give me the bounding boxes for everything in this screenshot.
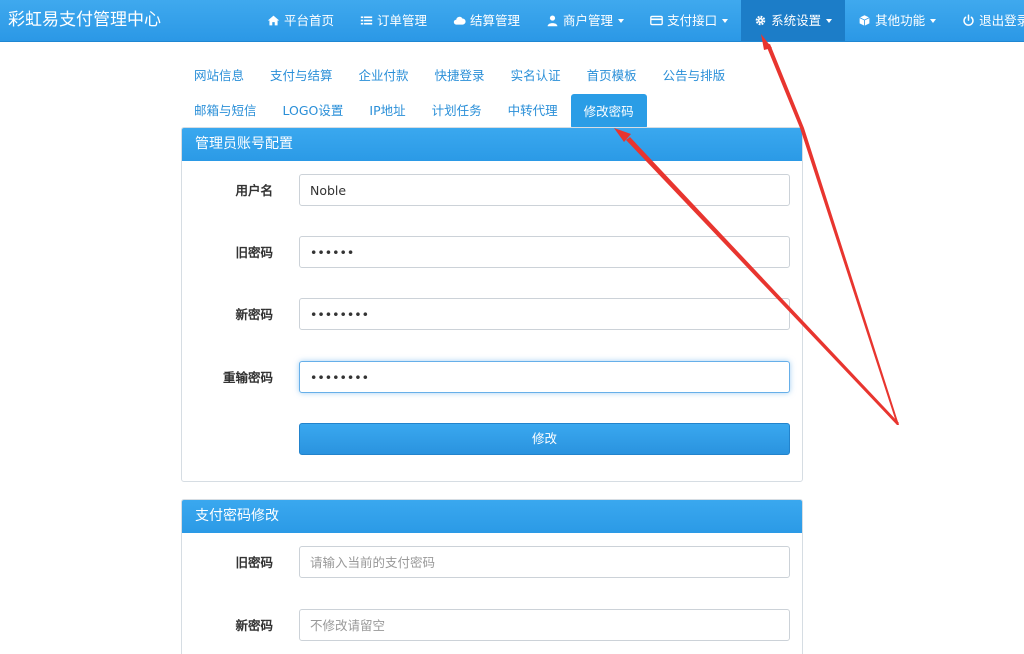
- field-label: 用户名: [235, 183, 273, 198]
- nav-item-orders[interactable]: 订单管理: [347, 0, 440, 41]
- form-row-new-password: 新密码: [182, 298, 802, 331]
- username-input[interactable]: [299, 174, 790, 206]
- nav-item-label: 其他功能: [875, 12, 926, 28]
- tab-payment-settlement[interactable]: 支付与结算: [257, 59, 346, 92]
- nav-item-other-functions[interactable]: 其他功能: [845, 0, 949, 41]
- main-nav: 平台首页 订单管理 结算管理 商户管理 支付接口 系统设置 其他功能 退出登录: [254, 0, 1024, 41]
- home-icon: [267, 14, 280, 27]
- form-row-confirm-password: 重输密码: [182, 361, 802, 394]
- list-icon: [360, 14, 373, 27]
- tab-enterprise-payment[interactable]: 企业付款: [346, 59, 422, 92]
- settings-tabs: 网站信息 支付与结算 企业付款 快捷登录 实名认证 首页模板 公告与排版 邮箱与…: [181, 59, 821, 129]
- nav-item-system-settings[interactable]: 系统设置: [741, 0, 846, 41]
- nav-item-settlement[interactable]: 结算管理: [440, 0, 533, 41]
- old-pay-password-input[interactable]: [299, 546, 790, 578]
- form-row-new-pay-password: 新密码: [182, 609, 802, 642]
- tab-quick-login[interactable]: 快捷登录: [422, 59, 498, 92]
- field-label: 旧密码: [235, 555, 273, 570]
- tab-change-password[interactable]: 修改密码: [570, 94, 647, 129]
- tab-announcement-layout[interactable]: 公告与排版: [650, 59, 739, 92]
- nav-item-merchants[interactable]: 商户管理: [533, 0, 637, 41]
- panel-title: 支付密码修改: [182, 500, 802, 533]
- nav-item-label: 退出登录: [979, 12, 1024, 28]
- payment-password-panel: 支付密码修改 旧密码 新密码: [181, 499, 803, 654]
- field-label: 新密码: [235, 307, 273, 322]
- old-password-input[interactable]: [299, 236, 790, 268]
- tab-site-info[interactable]: 网站信息: [181, 59, 257, 92]
- nav-item-label: 订单管理: [377, 12, 428, 28]
- submit-button[interactable]: 修改: [299, 423, 790, 455]
- form-row-username: 用户名: [182, 174, 802, 207]
- nav-item-logout[interactable]: 退出登录: [949, 0, 1024, 41]
- field-label: 重输密码: [222, 370, 273, 385]
- nav-item-label: 支付接口: [667, 12, 718, 28]
- form-row-old-password: 旧密码: [182, 236, 802, 269]
- top-navbar: 彩虹易支付管理中心 平台首页 订单管理 结算管理 商户管理 支付接口 系统设置 …: [0, 0, 1024, 42]
- nav-item-payment-api[interactable]: 支付接口: [637, 0, 741, 41]
- chevron-down-icon: [930, 18, 937, 23]
- chevron-down-icon: [826, 18, 833, 23]
- cloud-icon: [453, 14, 466, 27]
- tab-email-sms[interactable]: 邮箱与短信: [181, 94, 270, 127]
- nav-item-home[interactable]: 平台首页: [254, 0, 347, 41]
- panel-title: 管理员账号配置: [182, 128, 802, 161]
- admin-account-panel: 管理员账号配置 用户名 旧密码 新密码 重输密码 修改: [181, 127, 803, 482]
- tab-real-name-auth[interactable]: 实名认证: [498, 59, 574, 92]
- tab-homepage-template[interactable]: 首页模板: [574, 59, 650, 92]
- field-label: 旧密码: [235, 245, 273, 260]
- nav-item-label: 平台首页: [284, 12, 335, 28]
- chevron-down-icon: [722, 18, 729, 23]
- cube-icon: [858, 14, 871, 27]
- brand-title[interactable]: 彩虹易支付管理中心: [8, 0, 161, 41]
- power-icon: [962, 14, 975, 27]
- new-password-input[interactable]: [299, 298, 790, 330]
- tab-scheduled-tasks[interactable]: 计划任务: [419, 94, 495, 127]
- user-icon: [546, 14, 559, 27]
- tab-row-2: 邮箱与短信 LOGO设置 IP地址 计划任务 中转代理 修改密码: [181, 94, 821, 129]
- chevron-down-icon: [618, 18, 625, 23]
- credit-card-icon: [650, 14, 663, 27]
- tab-row-1: 网站信息 支付与结算 企业付款 快捷登录 实名认证 首页模板 公告与排版: [181, 59, 821, 92]
- gear-icon: [754, 14, 767, 27]
- field-label: 新密码: [235, 618, 273, 633]
- form-row-old-pay-password: 旧密码: [182, 546, 802, 579]
- nav-item-label: 商户管理: [563, 12, 614, 28]
- nav-item-label: 系统设置: [771, 12, 822, 28]
- tab-relay-proxy[interactable]: 中转代理: [495, 94, 571, 127]
- confirm-password-input[interactable]: [299, 361, 790, 393]
- new-pay-password-input[interactable]: [299, 609, 790, 641]
- tab-logo-settings[interactable]: LOGO设置: [270, 94, 357, 127]
- tab-ip-address[interactable]: IP地址: [356, 94, 418, 127]
- nav-item-label: 结算管理: [470, 12, 521, 28]
